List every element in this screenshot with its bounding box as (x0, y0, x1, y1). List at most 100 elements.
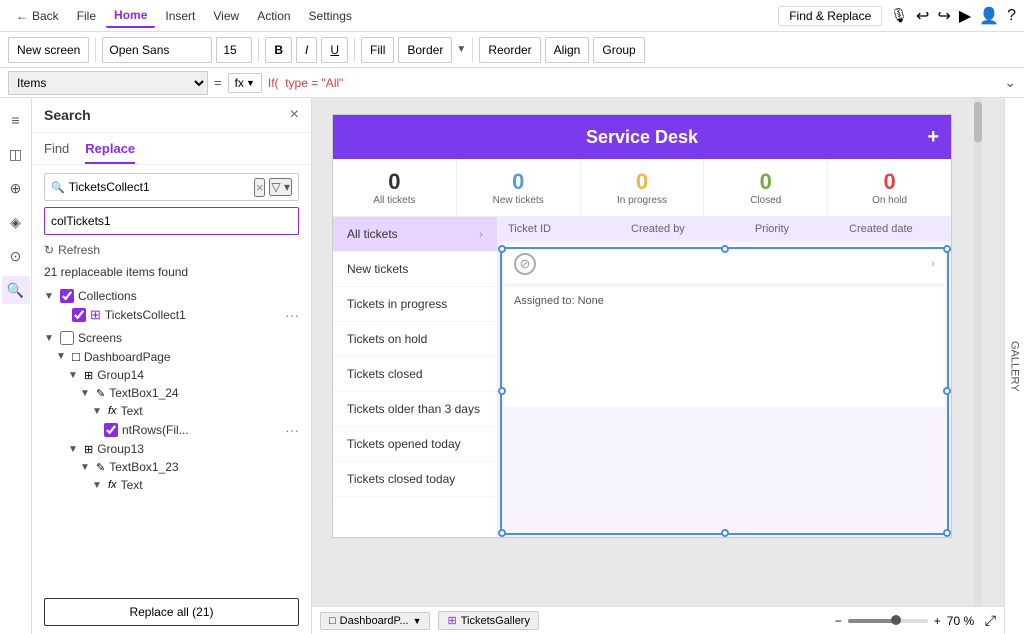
menu-closed-today[interactable]: Tickets closed today (333, 462, 497, 497)
menu-bar: ← Back File Home Insert View Action Sett… (0, 0, 1024, 32)
add-ticket-button[interactable]: + (927, 126, 939, 149)
menu-all-tickets[interactable]: All tickets › (333, 217, 497, 252)
replace-all-button[interactable]: Replace all (21) (44, 598, 299, 626)
handle-bottom-left (498, 529, 506, 537)
tree-screens-header[interactable]: ▼ Screens (44, 329, 299, 347)
screens-checkbox[interactable] (60, 331, 74, 345)
tree-tickets-collect[interactable]: ⊞ TicketsCollect1 ··· (56, 305, 299, 325)
file-menu[interactable]: File (69, 5, 104, 27)
closed-label: Closed (750, 195, 781, 206)
replace-input-wrap (44, 207, 299, 235)
home-menu[interactable]: Home (106, 4, 155, 28)
tree-collections-group: ⊞ TicketsCollect1 ··· (44, 305, 299, 325)
stat-in-progress: 0 In progress (581, 159, 705, 216)
tree-text-label[interactable]: ▼ fx Text (92, 402, 299, 420)
font-size-input[interactable] (216, 37, 252, 63)
user-icon[interactable]: 👤 (979, 6, 999, 26)
replace-input[interactable] (51, 210, 292, 232)
tickets-collect-menu-icon[interactable]: ··· (285, 307, 299, 323)
side-icon-insert[interactable]: ⊕ (2, 174, 30, 202)
border-button[interactable]: Border (398, 37, 452, 63)
expand-formula-icon[interactable]: ⌄ (1004, 74, 1016, 91)
new-screen-button[interactable]: New screen (8, 37, 89, 63)
side-icon-search[interactable]: 🔍 (2, 276, 30, 304)
back-label: Back (32, 9, 59, 23)
tree-text2-label[interactable]: ▼ fx Text (92, 476, 299, 494)
insert-label: Insert (165, 9, 195, 23)
scrollbar-thumb[interactable] (974, 102, 982, 142)
collections-label: Collections (78, 289, 299, 303)
help-icon[interactable]: ? (1007, 7, 1016, 25)
gallery-label: GALLERY (1009, 341, 1021, 392)
fx-tree-icon: fx (108, 405, 117, 417)
refresh-button[interactable]: ↻ Refresh (44, 243, 100, 257)
zoom-track (848, 619, 896, 623)
ntrows-checkbox[interactable] (104, 423, 118, 437)
find-tab[interactable]: Find (44, 137, 69, 164)
collections-checkbox[interactable] (60, 289, 74, 303)
zoom-slider[interactable] (848, 619, 928, 623)
clear-find-button[interactable]: × (254, 178, 266, 197)
redo-icon[interactable]: ↪ (937, 6, 950, 26)
ntrows-menu-icon[interactable]: ··· (285, 422, 299, 438)
find-input[interactable] (69, 176, 250, 198)
replace-tab[interactable]: Replace (85, 137, 135, 164)
menu-tickets-in-progress[interactable]: Tickets in progress (333, 287, 497, 322)
find-replace-button[interactable]: Find & Replace (778, 6, 882, 26)
expand-icon[interactable]: ⤢ (985, 612, 996, 629)
insert-menu[interactable]: Insert (157, 5, 203, 27)
align-button[interactable]: Align (545, 37, 590, 63)
tree-collections-header[interactable]: ▼ Collections (44, 287, 299, 305)
reorder-button[interactable]: Reorder (479, 37, 540, 63)
action-menu[interactable]: Action (249, 5, 298, 27)
settings-menu[interactable]: Settings (301, 5, 360, 27)
menu-older-3-days[interactable]: Tickets older than 3 days (333, 392, 497, 427)
tickets-collect-checkbox[interactable] (72, 308, 86, 322)
items-select[interactable]: Items (8, 71, 208, 95)
menu-new-tickets[interactable]: New tickets (333, 252, 497, 287)
col-created-by: Created by (631, 223, 685, 235)
font-family-input[interactable] (102, 37, 212, 63)
undo-icon[interactable]: ↩ (916, 6, 929, 26)
tree-group14[interactable]: ▼ ⊞ Group14 (68, 366, 299, 384)
tree-dashboard-page[interactable]: ▼ □ DashboardPage (56, 347, 299, 366)
chevron-down-icon: ▼ (456, 44, 466, 55)
tree-group13[interactable]: ▼ ⊞ Group13 (68, 440, 299, 458)
bold-button[interactable]: B (265, 37, 292, 63)
run-icon[interactable]: ▶ (959, 6, 971, 26)
menu-opened-today[interactable]: Tickets opened today (333, 427, 497, 462)
side-icon-menu[interactable]: ≡ (2, 106, 30, 134)
zoom-minus-icon[interactable]: − (835, 614, 842, 628)
menu-tickets-closed[interactable]: Tickets closed (333, 357, 497, 392)
arrow-right-icon-1: › (479, 227, 483, 241)
side-icon-screens[interactable]: ◫ (2, 140, 30, 168)
gallery-panel[interactable]: GALLERY (1004, 98, 1024, 634)
dashboard-page-button[interactable]: □ DashboardP... ▼ (320, 612, 430, 630)
handle-bottom (721, 529, 729, 537)
underline-button[interactable]: U (321, 37, 348, 63)
sd-detail-panel: Assigned to: None (504, 287, 945, 407)
filter-button[interactable]: ▽ ▾ (269, 178, 292, 196)
tickets-gallery-button[interactable]: ⊞ TicketsGallery (438, 611, 539, 630)
group-button[interactable]: Group (593, 37, 644, 63)
tree-textbox1-24[interactable]: ▼ ✎ TextBox1_24 (80, 384, 299, 402)
fill-button[interactable]: Fill (361, 37, 394, 63)
tree-ntrows[interactable]: ntRows(Fil... ··· (104, 420, 299, 440)
close-search-button[interactable]: × (290, 106, 299, 124)
fx-button[interactable]: fx ▼ (228, 73, 262, 93)
side-icon-data[interactable]: ◈ (2, 208, 30, 236)
vertical-scrollbar[interactable] (974, 98, 982, 606)
zoom-thumb[interactable] (891, 615, 901, 625)
italic-button[interactable]: I (296, 37, 317, 63)
search-icon: 🔍 (51, 181, 65, 194)
menu-tickets-on-hold[interactable]: Tickets on hold (333, 322, 497, 357)
view-menu[interactable]: View (205, 5, 247, 27)
formula-input[interactable] (268, 71, 998, 95)
tree-textbox1-23[interactable]: ▼ ✎ TextBox1_23 (80, 458, 299, 476)
chevron-dashboard-icon: ▼ (56, 351, 68, 362)
side-icon-variables[interactable]: ⊙ (2, 242, 30, 270)
on-hold-value: 0 (883, 169, 895, 195)
back-button[interactable]: ← Back (8, 5, 67, 27)
zoom-plus-icon[interactable]: + (934, 614, 941, 628)
stat-new-tickets: 0 New tickets (457, 159, 581, 216)
